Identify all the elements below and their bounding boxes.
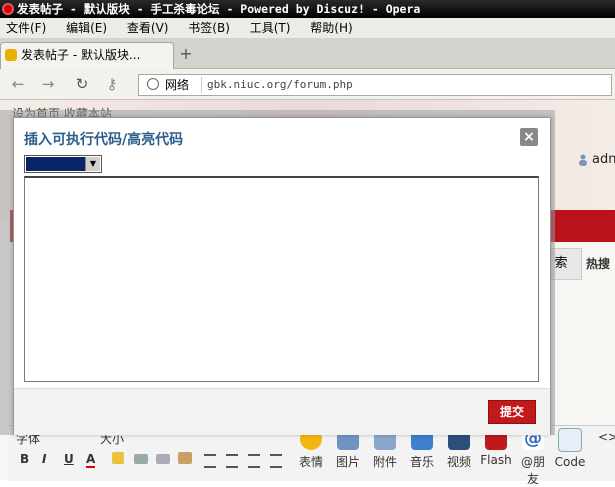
align-icon[interactable] bbox=[204, 454, 216, 468]
window-title-bar: 发表帖子 - 默认版块 - 手工杀毒论坛 - Powered by Discuz… bbox=[0, 0, 615, 18]
language-select-value bbox=[26, 157, 85, 171]
insert-code-dialog: 插入可执行代码/高亮代码 × ▼ 提交 bbox=[13, 117, 551, 435]
menu-view[interactable]: 查看(V) bbox=[127, 21, 169, 35]
source-toggle-icon[interactable]: <> bbox=[598, 430, 615, 444]
reload-icon[interactable]: ↻ bbox=[72, 75, 92, 93]
chevron-down-icon[interactable]: ▼ bbox=[85, 157, 100, 171]
clear-format-icon[interactable] bbox=[178, 452, 192, 464]
menu-tools[interactable]: 工具(T) bbox=[250, 21, 291, 35]
tab-bar: 发表帖子 - 默认版块... + bbox=[0, 38, 615, 69]
security-zone-label: 网络 bbox=[165, 78, 190, 92]
close-button[interactable]: × bbox=[520, 128, 538, 146]
menu-bar: 文件(F) 编辑(E) 查看(V) 书签(B) 工具(T) 帮助(H) bbox=[0, 18, 615, 38]
submit-button[interactable]: 提交 bbox=[488, 400, 536, 424]
language-select[interactable]: ▼ bbox=[24, 155, 102, 173]
justify-icon[interactable] bbox=[226, 454, 238, 468]
username-link[interactable]: adn bbox=[592, 152, 615, 167]
url-text[interactable]: gbk.niuc.org/forum.php bbox=[207, 76, 353, 94]
unlink-icon[interactable] bbox=[156, 454, 170, 464]
music-label: 音乐 bbox=[409, 455, 434, 469]
address-field[interactable]: 网络 gbk.niuc.org/forum.php bbox=[138, 74, 612, 96]
forward-icon[interactable]: → bbox=[38, 75, 58, 93]
flash-label: Flash bbox=[480, 453, 512, 467]
dialog-title: 插入可执行代码/高亮代码 bbox=[24, 132, 184, 148]
spellcheck-icon[interactable] bbox=[112, 452, 124, 464]
smiley-label: 表情 bbox=[298, 455, 323, 469]
menu-file[interactable]: 文件(F) bbox=[6, 21, 46, 35]
back-icon[interactable]: ← bbox=[8, 75, 28, 93]
tab-active[interactable]: 发表帖子 - 默认版块... bbox=[0, 42, 174, 69]
mention-label: @朋友 bbox=[520, 455, 545, 486]
link-icon[interactable] bbox=[134, 454, 148, 464]
code-textarea[interactable] bbox=[24, 176, 539, 382]
address-toolbar: ← → ↻ ⚷ 网络 gbk.niuc.org/forum.php bbox=[0, 69, 615, 100]
window-title: 发表帖子 - 默认版块 - 手工杀毒论坛 - Powered by Discuz… bbox=[17, 2, 421, 16]
tab-label: 发表帖子 - 默认版块... bbox=[21, 48, 141, 62]
key-icon[interactable]: ⚷ bbox=[102, 75, 122, 93]
code-button[interactable]: Code bbox=[553, 428, 587, 469]
mention-button[interactable]: @ @朋友 bbox=[516, 428, 550, 487]
code-label: Code bbox=[554, 455, 586, 469]
italic-button[interactable]: I bbox=[42, 452, 46, 466]
video-label: 视频 bbox=[446, 455, 471, 469]
opera-logo-icon bbox=[2, 3, 14, 15]
dialog-footer: 提交 bbox=[14, 388, 550, 435]
image-label: 图片 bbox=[335, 455, 360, 469]
hot-search-label: 热搜 bbox=[586, 257, 611, 271]
user-icon bbox=[579, 154, 587, 166]
attach-label: 附件 bbox=[372, 455, 397, 469]
unordered-list-icon[interactable] bbox=[270, 454, 282, 468]
menu-help[interactable]: 帮助(H) bbox=[310, 21, 352, 35]
ordered-list-icon[interactable] bbox=[248, 454, 260, 468]
divider bbox=[201, 77, 202, 93]
site-favicon-icon bbox=[5, 49, 17, 61]
bold-button[interactable]: B bbox=[20, 452, 29, 466]
underline-button[interactable]: U bbox=[64, 452, 74, 466]
code-icon bbox=[558, 428, 582, 452]
new-tab-button[interactable]: + bbox=[178, 46, 194, 62]
text-color-button[interactable]: A bbox=[86, 452, 96, 468]
globe-icon bbox=[147, 78, 159, 90]
menu-bookmarks[interactable]: 书签(B) bbox=[188, 21, 230, 35]
menu-edit[interactable]: 编辑(E) bbox=[66, 21, 107, 35]
